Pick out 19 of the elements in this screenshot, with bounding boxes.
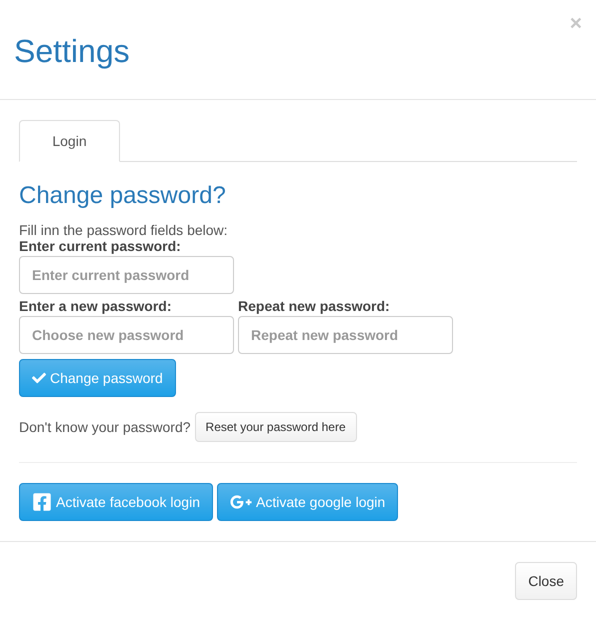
close-icon[interactable]: × xyxy=(570,12,582,36)
intro-text: Fill inn the password fields below: xyxy=(19,222,229,238)
facebook-login-button[interactable]: Activate facebook login xyxy=(19,483,213,521)
section-heading: Change password? xyxy=(19,182,227,210)
change-password-button[interactable]: Change password xyxy=(19,359,176,397)
facebook-icon xyxy=(32,492,52,512)
password-field[interactable]: Enter current password xyxy=(19,256,234,294)
check-icon xyxy=(32,371,46,385)
field-label: Repeat new password: xyxy=(238,298,391,314)
password-field[interactable]: Choose new password xyxy=(19,316,234,354)
reset-password-button[interactable]: Reset your password here xyxy=(194,412,357,442)
google-login-button[interactable]: Activate google login xyxy=(216,483,398,521)
tab[interactable]: Login xyxy=(19,120,120,162)
reset-prompt: Don't know your password? xyxy=(19,419,191,435)
password-field[interactable]: Repeat new password xyxy=(238,316,453,354)
close-button[interactable]: Close xyxy=(515,562,577,600)
field-label: Enter current password: xyxy=(19,238,182,254)
modal-title: Settings xyxy=(14,33,130,70)
field-label: Enter a new password: xyxy=(19,298,172,314)
